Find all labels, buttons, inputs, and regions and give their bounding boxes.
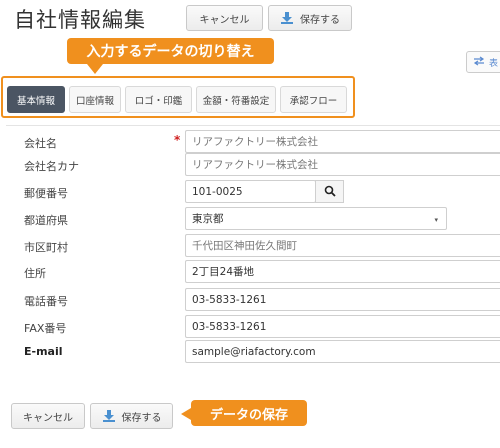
- prefecture-select[interactable]: 東京都 ▾: [185, 207, 447, 230]
- address-field[interactable]: 2丁目24番地: [185, 260, 500, 283]
- download-icon: [102, 409, 116, 423]
- tab-basic-info[interactable]: 基本情報: [7, 86, 65, 113]
- swap-button[interactable]: 表: [466, 51, 500, 73]
- fax-label: FAX番号: [24, 322, 67, 335]
- tab-logo-seal[interactable]: ロゴ・印鑑: [125, 86, 192, 113]
- prefecture-value: 東京都: [192, 213, 224, 225]
- tab-amount-numbering[interactable]: 金額・符番設定: [196, 86, 276, 113]
- swap-icon: [473, 56, 485, 69]
- header-save-button[interactable]: 保存する: [268, 5, 352, 31]
- prefecture-label: 都道府県: [24, 214, 68, 227]
- email-label: E-mail: [24, 345, 63, 358]
- header-cancel-label: キャンセル: [199, 14, 250, 26]
- callout-save-data: データの保存: [181, 400, 307, 426]
- search-icon: [324, 182, 336, 201]
- row-address: 住所 2丁目24番地: [6, 257, 500, 288]
- chevron-down-icon: ▾: [434, 216, 438, 224]
- fax-field[interactable]: 03-5833-1261: [185, 315, 500, 338]
- tab-account-info[interactable]: 口座情報: [69, 86, 121, 113]
- city-field[interactable]: 千代田区神田佐久間町: [185, 234, 500, 257]
- phone-field[interactable]: 03-5833-1261: [185, 288, 500, 311]
- city-label: 市区町村: [24, 241, 68, 254]
- swap-button-label: 表: [489, 58, 499, 69]
- header-cancel-button[interactable]: キャンセル: [186, 5, 263, 31]
- callout-switch-input: 入力するデータの切り替え: [67, 38, 274, 74]
- company-kana-field[interactable]: リアファクトリー株式会社: [185, 153, 500, 176]
- company-name-label: 会社名: [24, 137, 57, 150]
- page-title: 自社情報編集: [14, 8, 146, 32]
- row-email: E-mail sample@riafactory.com: [6, 337, 500, 368]
- postal-code-label: 郵便番号: [24, 187, 68, 200]
- company-form: 会社名 * リアファクトリー株式会社 会社名カナ リアファクトリー株式会社 郵便…: [6, 125, 500, 365]
- postal-code-field[interactable]: 101-0025: [185, 180, 316, 203]
- footer-save-button[interactable]: 保存する: [90, 403, 173, 429]
- footer-save-label: 保存する: [121, 412, 162, 424]
- address-label: 住所: [24, 267, 46, 280]
- required-mark: *: [174, 133, 181, 147]
- email-field[interactable]: sample@riafactory.com: [185, 340, 500, 363]
- company-kana-label: 会社名カナ: [24, 160, 79, 173]
- footer-cancel-label: キャンセル: [23, 412, 73, 424]
- phone-label: 電話番号: [24, 295, 68, 308]
- postal-search-button[interactable]: [315, 180, 344, 203]
- header-save-label: 保存する: [300, 14, 340, 26]
- footer-cancel-button[interactable]: キャンセル: [11, 403, 85, 429]
- tab-approval-flow[interactable]: 承認フロー: [280, 86, 347, 113]
- download-icon: [280, 11, 294, 25]
